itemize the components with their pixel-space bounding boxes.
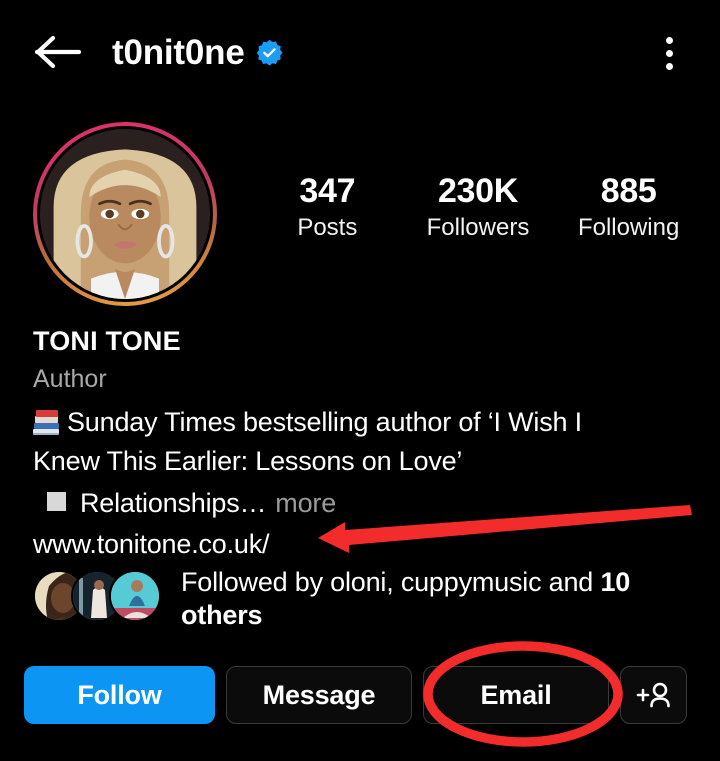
posts-count: 347 [299, 172, 356, 210]
message-button[interactable]: Message [226, 666, 412, 724]
overflow-menu-button[interactable] [638, 22, 700, 84]
instagram-profile-screen: t0nit0ne 347 Posts 230K Followers 885 Fo… [0, 0, 720, 761]
avatar [37, 126, 213, 302]
followers-label: Followers [426, 214, 530, 242]
full-name: TONI TONE [33, 326, 181, 356]
menu-dot [665, 36, 673, 44]
books-emoji [33, 410, 61, 436]
profile-title: t0nit0ne [112, 35, 283, 70]
followers-count: 230K [437, 172, 519, 210]
username-label: t0nit0ne [112, 32, 245, 72]
bio-text: Sunday Times bestselling author of ‘I Wi… [33, 403, 693, 442]
followed-by-suffix: others [181, 600, 263, 631]
category-label: Author [33, 364, 107, 393]
posts-label: Posts [297, 214, 358, 242]
back-button[interactable] [22, 16, 94, 88]
white-square-glyph-icon [47, 492, 66, 511]
menu-dot [665, 49, 673, 57]
email-button[interactable]: Email [423, 666, 609, 724]
more-button[interactable]: more [275, 484, 336, 523]
mutual-followers-avatars [33, 570, 165, 622]
back-arrow-icon [34, 35, 82, 69]
stat-followers[interactable]: 230K Followers [423, 172, 533, 241]
following-label: Following [577, 214, 680, 242]
bio-line-1: Sunday Times bestselling author of ‘I Wi… [67, 407, 582, 438]
add-person-button[interactable] [620, 666, 687, 724]
profile-action-buttons: Follow Message Email [24, 666, 700, 724]
website-link[interactable]: www.tonitone.co.uk/ [33, 529, 270, 560]
mutual-avatar-art [111, 572, 159, 620]
followed-by-prefix: Followed by oloni, cuppymusic and [181, 567, 601, 597]
profile-avatar-with-story-ring[interactable] [33, 122, 217, 306]
followed-by-text: Followed by oloni, cuppymusic and 10 oth… [181, 566, 681, 633]
followed-by-row[interactable]: Followed by oloni, cuppymusic and 10 oth… [33, 566, 693, 633]
bio-line-2: Knew This Earlier: Lessons on Love’ [33, 446, 463, 477]
stat-following[interactable]: 885 Following [574, 172, 684, 241]
bio-line-3: Relationships… [80, 488, 267, 518]
following-count: 885 [600, 172, 657, 210]
add-person-icon [636, 682, 670, 708]
profile-photo [40, 129, 210, 299]
menu-dot [665, 62, 673, 70]
follow-button[interactable]: Follow [24, 666, 215, 724]
mutual-avatar [109, 570, 161, 622]
stat-posts[interactable]: 347 Posts [272, 172, 382, 241]
followed-by-count: 10 [600, 567, 631, 597]
top-navigation-bar: t0nit0ne [0, 0, 720, 104]
verified-badge-icon [256, 39, 283, 66]
profile-stats: 347 Posts 230K Followers 885 Following [252, 172, 704, 241]
bio-line-3-row: Relationships… more [33, 484, 693, 523]
profile-bio-section: TONI TONE Author Sunday Times bestsellin… [33, 325, 693, 560]
